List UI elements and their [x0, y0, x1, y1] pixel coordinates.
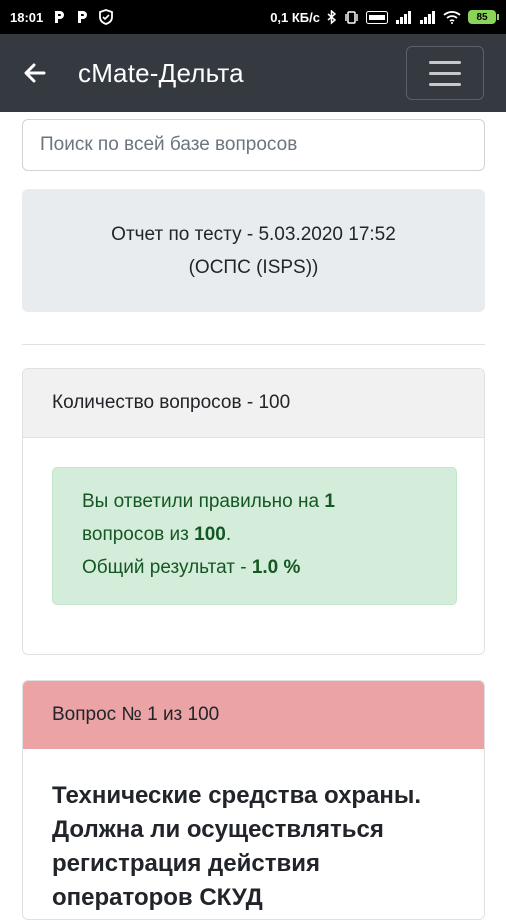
divider [22, 344, 485, 345]
arrow-left-icon [24, 63, 46, 83]
question-header: Вопрос № 1 из 100 [23, 681, 484, 749]
bluetooth-icon [327, 9, 337, 25]
result-label: Общий результат - [82, 557, 247, 578]
search-field[interactable] [22, 119, 485, 171]
signal-icon-2 [419, 10, 436, 24]
menu-button[interactable] [406, 46, 484, 100]
network-speed: 0,1 КБ/с [270, 9, 320, 25]
question-card: Вопрос № 1 из 100 Технические средства о… [22, 680, 485, 920]
question-text: Технические средства охраны. Должна ли о… [52, 782, 422, 911]
summary-header: Количество вопросов - 100 [23, 369, 484, 438]
app-bar: cMate-Дельта [0, 34, 506, 112]
back-button[interactable] [16, 54, 54, 92]
total-count: 100 [194, 524, 226, 545]
questions-from-text: вопросов из [82, 524, 189, 545]
answered-text: Вы ответили правильно на [82, 491, 320, 512]
result-value: 1.0 % [251, 557, 301, 578]
report-subtitle: (ОСПС (ISPS)) [188, 256, 319, 278]
parking-app-icon-2 [75, 10, 89, 24]
app-title: cMate-Дельта [78, 57, 244, 88]
result-line-2: вопросов из 100. [82, 518, 427, 551]
correct-count: 1 [324, 491, 335, 512]
clock: 18:01 [10, 9, 44, 25]
volte-icon [366, 10, 388, 24]
search-input[interactable] [40, 134, 467, 156]
signal-icon [395, 10, 412, 24]
shield-icon [98, 9, 114, 25]
wifi-icon [443, 10, 461, 24]
status-bar: 18:01 0,1 КБ/с 85 [0, 0, 506, 34]
result-alert: Вы ответили правильно на 1 вопросов из 1… [52, 467, 457, 605]
hamburger-line [429, 82, 461, 86]
report-title: Отчет по тесту - 5.03.2020 17:52 [111, 223, 396, 245]
result-line-1: Вы ответили правильно на 1 [82, 485, 427, 518]
summary-card: Количество вопросов - 100 Вы ответили пр… [22, 368, 485, 655]
parking-app-icon [52, 10, 66, 24]
hamburger-line [429, 71, 461, 75]
hamburger-line [429, 60, 461, 64]
result-line-3: Общий результат - 1.0 % [82, 551, 427, 584]
period: . [225, 524, 232, 545]
battery-indicator: 85 [468, 10, 499, 24]
report-panel: Отчет по тесту - 5.03.2020 17:52 (ОСПС (… [22, 189, 485, 312]
vibrate-icon [344, 10, 359, 25]
